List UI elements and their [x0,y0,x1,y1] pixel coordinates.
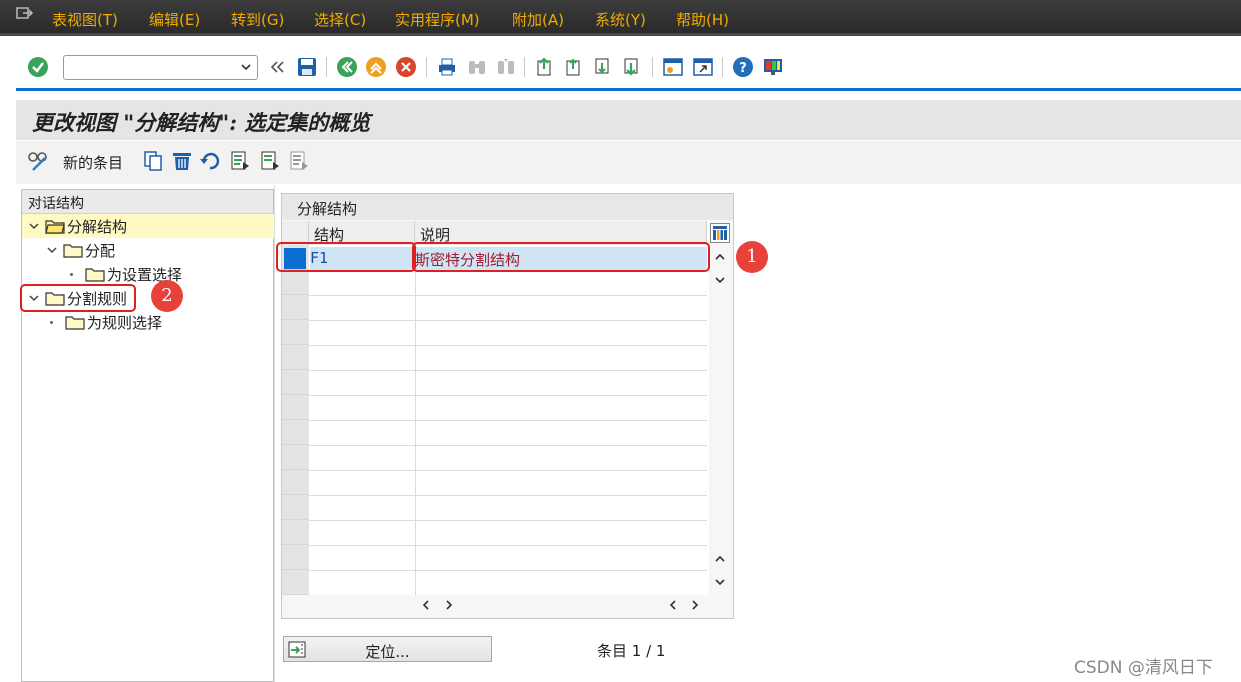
tree-item-label: 分解结构 [67,217,128,236]
title-bar: 更改视图 "分解结构": 选定集的概览 [16,100,1241,140]
delete-icon[interactable] [171,150,193,172]
tree-item-label: 为规则选择 [87,313,163,332]
folder-icon [65,316,85,330]
display-change-icon[interactable] [27,150,49,172]
annotation-highlight [276,242,416,272]
scroll-up-icon[interactable] [713,250,727,264]
annotation-highlight [412,242,710,272]
menu-system[interactable]: 系统(Y) [595,9,646,30]
help-icon[interactable]: ? [732,56,754,78]
layout-icon[interactable] [762,56,784,78]
toolbar-divider [16,88,1241,91]
next-page-icon[interactable] [592,56,614,78]
annotation-highlight [20,284,136,312]
folder-icon [63,244,83,258]
svg-text:?: ? [739,61,747,76]
menu-table-view[interactable]: 表视图(T) [52,9,118,30]
chevron-down-icon[interactable] [47,245,57,255]
table-grid [282,221,709,595]
find-next-icon[interactable] [495,56,517,78]
chevron-down-icon[interactable] [29,221,39,231]
scroll-left-icon[interactable] [419,598,433,612]
folder-icon [85,268,105,282]
first-page-icon[interactable] [534,56,556,78]
page-title: 更改视图 "分解结构": 选定集的概览 [32,110,371,135]
menu-help[interactable]: 帮助(H) [676,9,729,30]
prev-page-icon[interactable] [563,56,585,78]
copy-as-icon[interactable] [142,150,164,172]
application-toolbar: 新的条目 [16,141,1241,184]
watermark: CSDN @清风日下 [1074,658,1213,678]
chevron-down-icon[interactable] [241,62,251,72]
scroll-right-icon[interactable] [442,598,456,612]
folder-open-icon [45,220,65,234]
last-page-icon[interactable] [621,56,643,78]
scroll-up-icon[interactable] [713,552,727,566]
tree-leaf-dot [50,320,53,324]
annotation-badge-1: 1 [736,241,768,273]
dialog-structure-header: 对话结构 [22,190,273,214]
entry-count: 条目 1 / 1 [597,642,666,660]
new-session-icon[interactable] [662,56,684,78]
find-icon[interactable] [466,56,488,78]
menu-extras[interactable]: 附加(A) [512,9,564,30]
shortcut-icon[interactable] [692,56,714,78]
exit-icon[interactable] [365,56,387,78]
back-icon[interactable] [336,56,358,78]
tree-item-assignment[interactable]: 分配 [47,238,115,262]
scroll-down-icon[interactable] [713,273,727,287]
tree-leaf-dot [70,272,73,276]
deselect-all-icon[interactable] [288,150,310,172]
menu-logo-icon[interactable] [16,7,34,21]
standard-toolbar: ? [0,39,1241,89]
save-icon[interactable] [296,56,318,78]
enter-icon[interactable] [27,56,49,78]
tree-item-breakdown-structure[interactable]: 分解结构 [22,214,274,238]
menu-selection[interactable]: 选择(C) [314,9,366,30]
table-title: 分解结构 [282,194,733,220]
menu-utilities[interactable]: 实用程序(M) [395,9,480,30]
cancel-icon[interactable] [395,56,417,78]
undo-icon[interactable] [199,150,221,172]
position-button-label: 定位... [365,643,410,661]
annotation-badge-2: 2 [151,280,183,312]
dialog-structure-panel: 对话结构 分解结构 分配 为设置选择 分割规则 为规则选择 [21,189,274,682]
table-settings-icon [713,226,727,240]
column-config-button[interactable] [710,223,730,243]
print-icon[interactable] [436,56,458,78]
select-all-icon[interactable] [229,150,251,172]
menu-edit[interactable]: 编辑(E) [149,9,200,30]
command-field[interactable] [63,55,258,80]
new-entries-button[interactable]: 新的条目 [63,152,123,173]
scroll-right-icon[interactable] [688,598,702,612]
menu-goto[interactable]: 转到(G) [231,9,284,30]
position-button[interactable]: 定位... [283,636,492,662]
scroll-down-icon[interactable] [713,575,727,589]
select-block-icon[interactable] [259,150,281,172]
tree-item-rule-selection[interactable]: 为规则选择 [50,310,162,334]
scroll-left-icon[interactable] [666,598,680,612]
tree-item-label: 分配 [85,241,116,260]
collapse-icon[interactable] [266,56,288,78]
menu-bar: 表视图(T) 编辑(E) 转到(G) 选择(C) 实用程序(M) 附加(A) 系… [0,0,1241,36]
